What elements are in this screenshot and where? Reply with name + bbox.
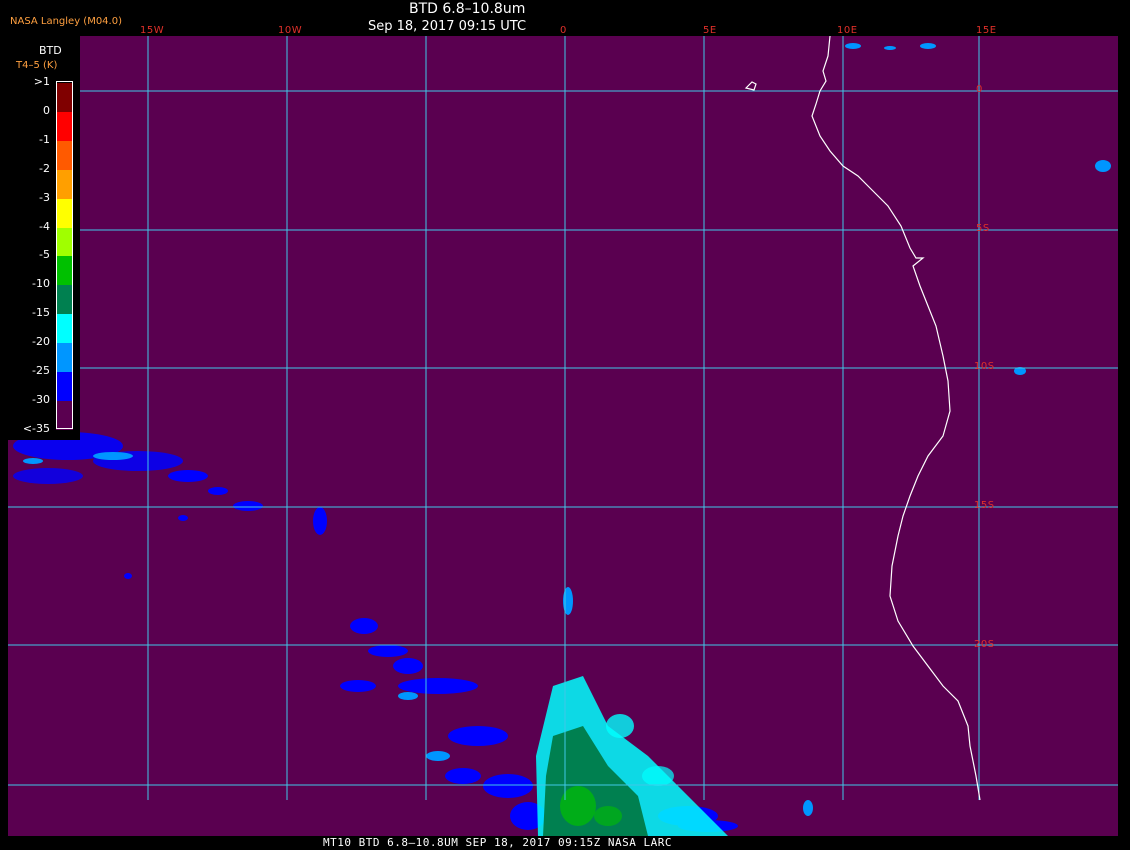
lon-label-10e: 10E — [837, 25, 858, 36]
legend-tick-label: -5 — [39, 248, 50, 262]
legend-tick-label: -25 — [32, 364, 50, 377]
legend-color-swatch — [56, 111, 73, 141]
legend-tick-label: <-35 — [22, 421, 50, 435]
legend-tick-label: -4 — [39, 219, 50, 233]
legend-title: BTD — [39, 44, 62, 57]
legend-color-swatch — [56, 169, 73, 199]
lat-label-15s: 15S — [974, 500, 995, 511]
legend-tick-label: >1 — [33, 75, 50, 88]
lat-label-0: 0 — [976, 84, 983, 95]
legend-tick-label: -30 — [32, 392, 50, 406]
legend-color-swatch — [56, 372, 73, 401]
footer-caption: MT10 BTD 6.8–10.8UM SEP 18, 2017 09:15Z … — [323, 836, 673, 849]
legend-color-swatch — [56, 198, 73, 228]
lon-label-15w: 15W — [140, 25, 165, 36]
legend-color-swatch — [56, 343, 73, 373]
legend-color-swatch — [56, 400, 73, 430]
legend-color-swatch — [56, 285, 73, 315]
lon-label-15e: 15E — [976, 25, 997, 36]
lon-label-5e: 5E — [703, 25, 717, 36]
legend-tick-label: -15 — [32, 306, 50, 320]
product-title: BTD 6.8–10.8um — [409, 1, 526, 17]
lon-label-10w: 10W — [278, 25, 303, 36]
legend-tick-label: -3 — [39, 190, 50, 204]
legend-subtitle: T4–5 (K) — [16, 60, 58, 71]
lat-label-10s: 10S — [974, 361, 995, 372]
legend-tick-label: -2 — [39, 161, 50, 175]
legend-tick-label: -20 — [32, 335, 50, 349]
credit-label: NASA Langley (M04.0) — [10, 16, 122, 27]
legend-color-swatch — [56, 227, 73, 257]
legend-color-swatch — [56, 256, 73, 286]
datetime-label: Sep 18, 2017 09:15 UTC — [368, 19, 527, 34]
legend-color-swatch — [56, 140, 73, 170]
lat-label-20s: 20S — [974, 639, 995, 650]
legend-color-swatch — [56, 314, 73, 344]
lat-label-5s: 5S — [976, 223, 990, 234]
legend-color-swatch — [56, 83, 73, 112]
legend-tick-label: 0 — [43, 103, 50, 117]
legend-tick-label: -1 — [39, 132, 50, 146]
lon-label-0: 0 — [560, 25, 567, 36]
satellite-map[interactable] — [8, 36, 1118, 836]
legend-tick-label: -10 — [32, 277, 50, 291]
